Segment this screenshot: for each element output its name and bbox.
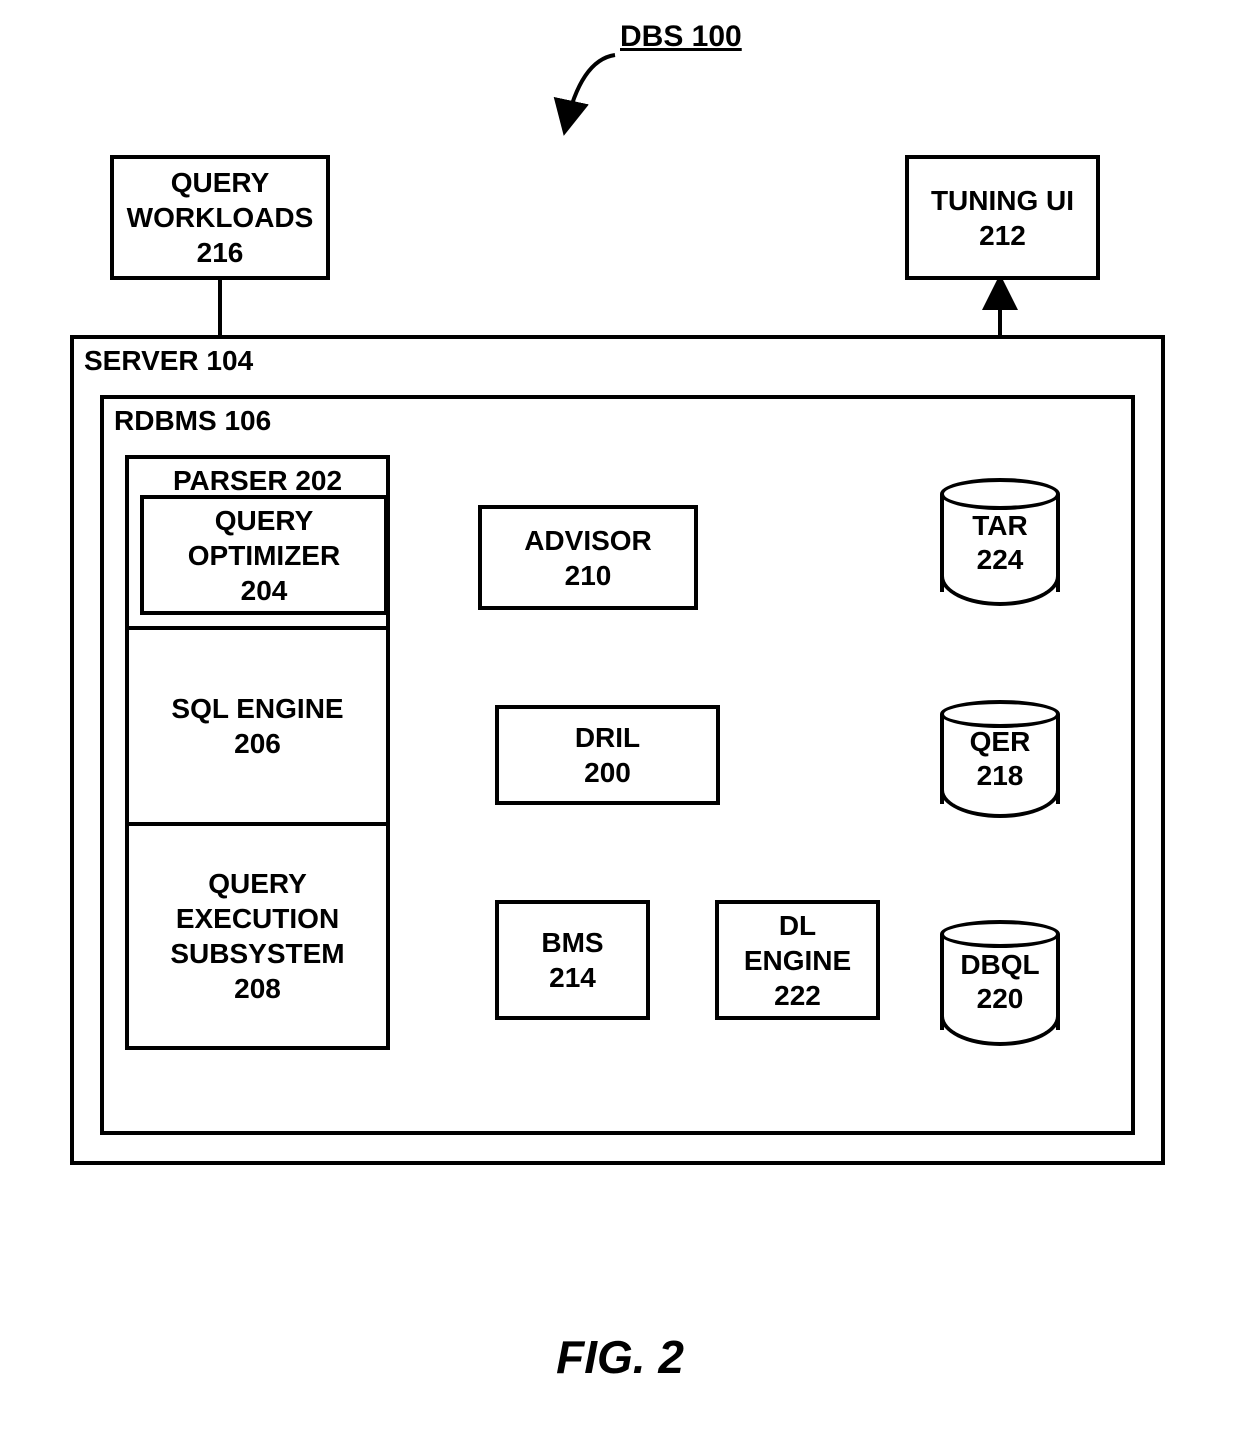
qw-num: 216 xyxy=(197,235,244,270)
dle-num: 222 xyxy=(774,978,821,1013)
qe-line1: QUERY xyxy=(208,866,307,901)
qo-num: 204 xyxy=(241,573,288,608)
sql-num: 206 xyxy=(234,726,281,761)
dril-box: DRIL 200 xyxy=(495,705,720,805)
dbql-num: 220 xyxy=(977,982,1024,1016)
qe-line2: EXECUTION xyxy=(176,901,339,936)
tar-num: 224 xyxy=(977,543,1024,577)
tar-line1: TAR xyxy=(972,509,1027,543)
tui-num: 212 xyxy=(979,218,1026,253)
qw-line2: WORKLOADS xyxy=(127,200,314,235)
rdbms-label: RDBMS 106 xyxy=(114,405,271,437)
query-optimizer-box: QUERY OPTIMIZER 204 xyxy=(140,495,388,615)
query-workloads-box: QUERY WORKLOADS 216 xyxy=(110,155,330,280)
adv-line1: ADVISOR xyxy=(524,523,652,558)
parser-label: PARSER 202 xyxy=(129,465,386,497)
dril-line1: DRIL xyxy=(575,720,640,755)
qer-num: 218 xyxy=(977,759,1024,793)
dbql-line1: DBQL xyxy=(960,948,1039,982)
qer-line1: QER xyxy=(970,725,1031,759)
bms-line1: BMS xyxy=(541,925,603,960)
dbs-title: DBS 100 xyxy=(620,20,742,54)
dl-engine-box: DL ENGINE 222 xyxy=(715,900,880,1020)
qw-line1: QUERY xyxy=(171,165,270,200)
dbql-cylinder: DBQL 220 xyxy=(940,920,1060,1048)
sql-engine-box: SQL ENGINE 206 xyxy=(125,626,390,826)
qe-num: 208 xyxy=(234,971,281,1006)
dril-num: 200 xyxy=(584,755,631,790)
dle-line1: DL xyxy=(779,908,816,943)
qo-line2: OPTIMIZER xyxy=(188,538,340,573)
qer-cylinder: QER 218 xyxy=(940,700,1060,820)
figure-caption: FIG. 2 xyxy=(0,1330,1240,1384)
sql-line1: SQL ENGINE xyxy=(171,691,343,726)
qo-line1: QUERY xyxy=(215,503,314,538)
tuning-ui-box: TUNING UI 212 xyxy=(905,155,1100,280)
qe-line3: SUBSYSTEM xyxy=(170,936,344,971)
dle-line2: ENGINE xyxy=(744,943,851,978)
bms-num: 214 xyxy=(549,960,596,995)
tui-line1: TUNING UI xyxy=(931,183,1074,218)
tar-cylinder: TAR 224 xyxy=(940,478,1060,608)
server-label: SERVER 104 xyxy=(84,345,253,377)
advisor-box: ADVISOR 210 xyxy=(478,505,698,610)
bms-box: BMS 214 xyxy=(495,900,650,1020)
adv-num: 210 xyxy=(565,558,612,593)
query-exec-box: QUERY EXECUTION SUBSYSTEM 208 xyxy=(125,822,390,1050)
